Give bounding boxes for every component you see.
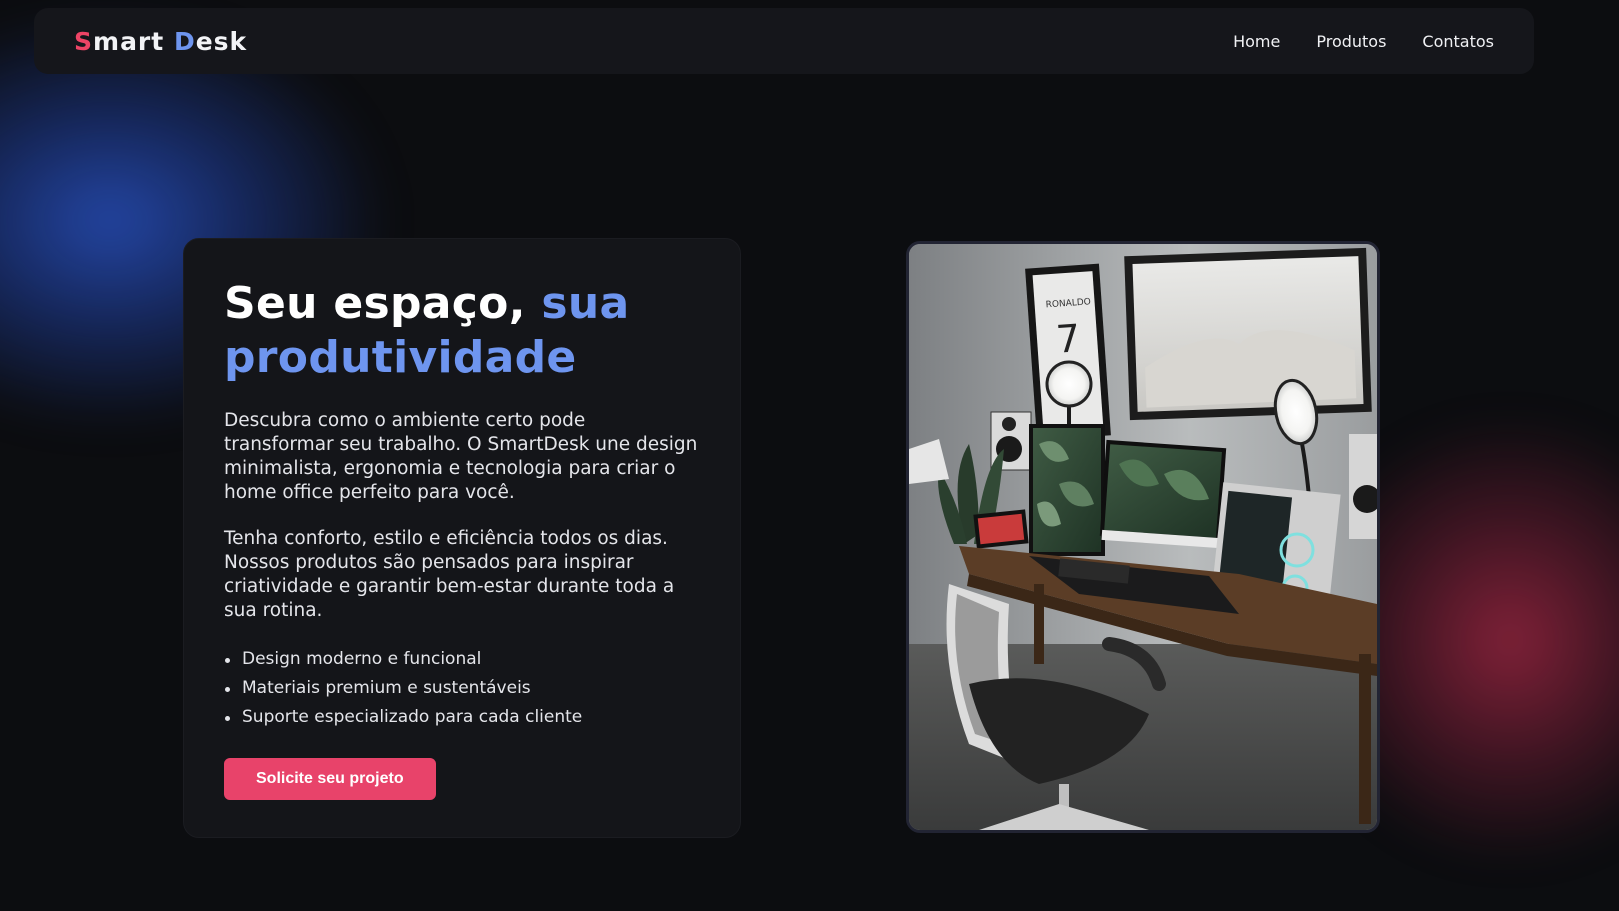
logo-letter-s: S xyxy=(74,26,94,56)
page: Smart Desk Home Produtos Contatos Seu es… xyxy=(0,0,1619,911)
feature-list: Design moderno e funcional Materiais pre… xyxy=(224,645,700,732)
logo-letter-d: D xyxy=(173,26,196,56)
cta-button[interactable]: Solicite seu projeto xyxy=(224,758,436,800)
nav-link-home[interactable]: Home xyxy=(1233,32,1280,51)
hero-card: Seu espaço, sua produtividade Descubra c… xyxy=(183,238,741,838)
hero-title: Seu espaço, sua produtividade xyxy=(224,277,700,385)
feature-item: Suporte especializado para cada cliente xyxy=(224,703,700,732)
logo-text-mart: mart xyxy=(93,26,165,56)
navbar: Smart Desk Home Produtos Contatos xyxy=(34,8,1534,74)
vertical-monitor xyxy=(1029,424,1105,556)
logo-text-esk: esk xyxy=(195,26,248,56)
nav-link-produtos[interactable]: Produtos xyxy=(1316,32,1386,51)
jersey-number-text: 7 xyxy=(1055,316,1082,362)
feature-item: Materiais premium e sustentáveis xyxy=(224,674,700,703)
desk-setup-illustration: RONALDO 7 xyxy=(909,244,1377,830)
logo[interactable]: Smart Desk xyxy=(74,27,247,56)
hero-title-main: Seu espaço, xyxy=(224,278,526,329)
nav-links: Home Produtos Contatos xyxy=(1233,32,1494,51)
nav-link-contatos[interactable]: Contatos xyxy=(1422,32,1494,51)
hero-paragraph-2: Tenha conforto, estilo e eficiência todo… xyxy=(224,528,675,621)
desk-setup-photo: RONALDO 7 xyxy=(906,241,1380,833)
hero-paragraph-1: Descubra como o ambiente certo pode tran… xyxy=(224,410,698,503)
dune-poster xyxy=(1124,247,1372,421)
feature-item: Design moderno e funcional xyxy=(224,645,700,674)
main-monitor xyxy=(1099,439,1227,549)
